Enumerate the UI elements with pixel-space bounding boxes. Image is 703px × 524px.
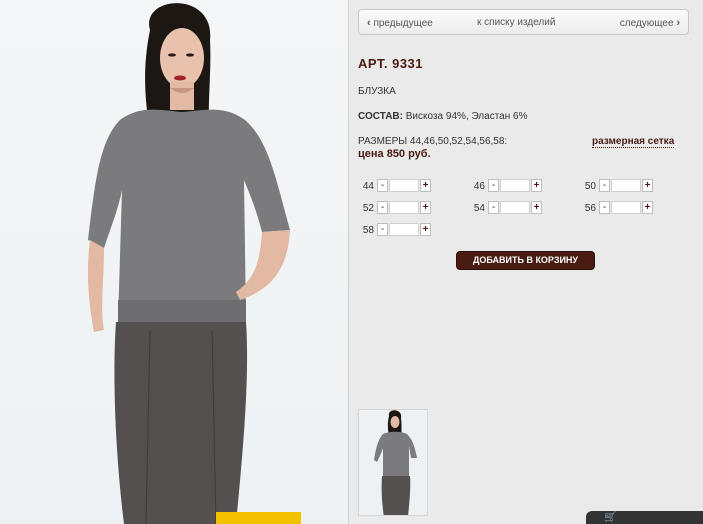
- size-label: 56: [584, 203, 596, 214]
- composition: СОСТАВ: Вискоза 94%, Эластан 6%: [358, 111, 528, 122]
- increase-button[interactable]: +: [420, 201, 431, 214]
- decrease-button[interactable]: -: [377, 201, 388, 214]
- product-type: БЛУЗКА: [358, 86, 396, 97]
- decrease-button[interactable]: -: [599, 179, 610, 192]
- thumbnail-illustration: [374, 410, 417, 515]
- quantity-input[interactable]: [500, 201, 530, 214]
- increase-button[interactable]: +: [531, 179, 542, 192]
- chevron-left-icon: ‹: [367, 17, 371, 29]
- sizes-list: РАЗМЕРЫ 44,46,50,52,54,56,58:: [358, 136, 508, 147]
- back-to-list-link[interactable]: к списку изделий: [477, 17, 555, 28]
- promo-tag[interactable]: [216, 512, 301, 524]
- size-label: 54: [473, 203, 485, 214]
- prev-label: предыдущее: [373, 18, 433, 29]
- increase-button[interactable]: +: [420, 223, 431, 236]
- size-label: 50: [584, 181, 596, 192]
- product-navigation: ‹ предыдущее к списку изделий следующее …: [358, 9, 689, 35]
- quantity-input[interactable]: [389, 179, 419, 192]
- decrease-button[interactable]: -: [488, 179, 499, 192]
- product-main-photo[interactable]: [0, 0, 348, 524]
- cart-widget[interactable]: 🛒: [586, 511, 703, 524]
- price: цена 850 руб.: [358, 148, 431, 160]
- increase-button[interactable]: +: [531, 201, 542, 214]
- quantity-input[interactable]: [500, 179, 530, 192]
- composition-label: СОСТАВ:: [358, 111, 403, 122]
- quantity-input[interactable]: [389, 223, 419, 236]
- prev-link[interactable]: ‹ предыдущее: [367, 17, 433, 29]
- increase-button[interactable]: +: [420, 179, 431, 192]
- divider: [348, 0, 349, 524]
- decrease-button[interactable]: -: [377, 179, 388, 192]
- increase-button[interactable]: +: [642, 201, 653, 214]
- quantity-input[interactable]: [389, 201, 419, 214]
- size-chart-link[interactable]: размерная сетка: [592, 136, 675, 148]
- size-label: 44: [362, 181, 374, 192]
- quantity-input[interactable]: [611, 179, 641, 192]
- add-to-cart-button[interactable]: ДОБАВИТЬ В КОРЗИНУ: [456, 251, 595, 270]
- product-thumbnail[interactable]: [358, 409, 428, 516]
- size-label: 58: [362, 225, 374, 236]
- quantity-input[interactable]: [611, 201, 641, 214]
- next-link[interactable]: следующее ›: [620, 17, 680, 29]
- size-label: 46: [473, 181, 485, 192]
- next-label: следующее: [619, 18, 674, 29]
- decrease-button[interactable]: -: [377, 223, 388, 236]
- increase-button[interactable]: +: [642, 179, 653, 192]
- size-label: 52: [362, 203, 374, 214]
- cart-icon: 🛒: [604, 512, 617, 523]
- article-number: АРТ. 9331: [358, 56, 424, 71]
- chevron-right-icon: ›: [676, 17, 680, 29]
- decrease-button[interactable]: -: [599, 201, 610, 214]
- decrease-button[interactable]: -: [488, 201, 499, 214]
- model-illustration: [87, 3, 290, 524]
- composition-value: Вискоза 94%, Эластан 6%: [402, 111, 528, 122]
